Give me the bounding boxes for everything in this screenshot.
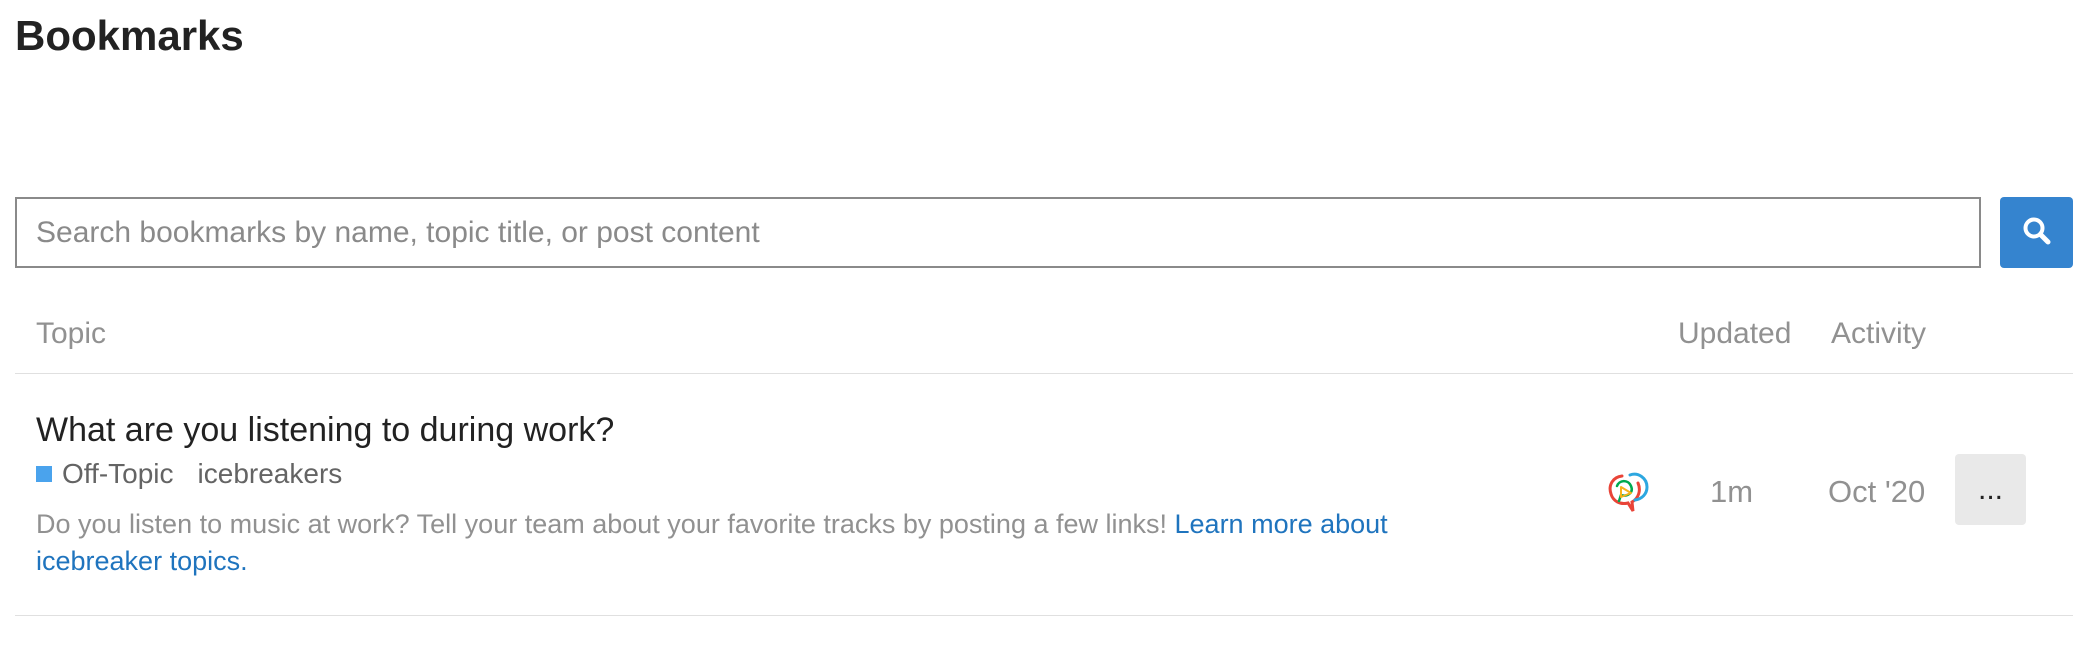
search-input[interactable] — [15, 197, 1981, 268]
topic-title-link[interactable]: What are you listening to during work? — [36, 408, 614, 452]
avatar[interactable] — [1599, 463, 1657, 521]
search-icon — [2021, 215, 2053, 250]
bookmarks-table-header: Topic Updated Activity — [15, 300, 2073, 374]
updated-value: 1m — [1710, 474, 1754, 509]
topic-meta: Off-Topic icebreakers — [36, 456, 342, 492]
discourse-logo-icon — [1608, 472, 1649, 512]
search-bar — [15, 197, 2073, 268]
table-row: What are you listening to during work? O… — [15, 374, 2073, 616]
category-name: Off-Topic — [62, 458, 174, 489]
page-title: Bookmarks — [15, 12, 244, 59]
category-badge[interactable]: Off-Topic — [36, 458, 174, 490]
updated-column-header[interactable]: Updated — [1678, 314, 1791, 354]
bookmarks-page: Bookmarks Topic Updated Activity What ar… — [0, 0, 2096, 652]
activity-column-header[interactable]: Activity — [1831, 314, 1926, 354]
activity-value[interactable]: Oct '20 — [1828, 472, 1925, 512]
excerpt-text: Do you listen to music at work? Tell you… — [36, 509, 1175, 539]
category-color-swatch — [36, 466, 52, 482]
topic-column-header[interactable]: Topic — [36, 314, 106, 354]
tag-icebreakers[interactable]: icebreakers — [198, 458, 343, 490]
bookmark-actions-button[interactable]: ... — [1955, 454, 2026, 525]
post-excerpt: Do you listen to music at work? Tell you… — [36, 506, 1456, 580]
search-button[interactable] — [2000, 197, 2073, 268]
